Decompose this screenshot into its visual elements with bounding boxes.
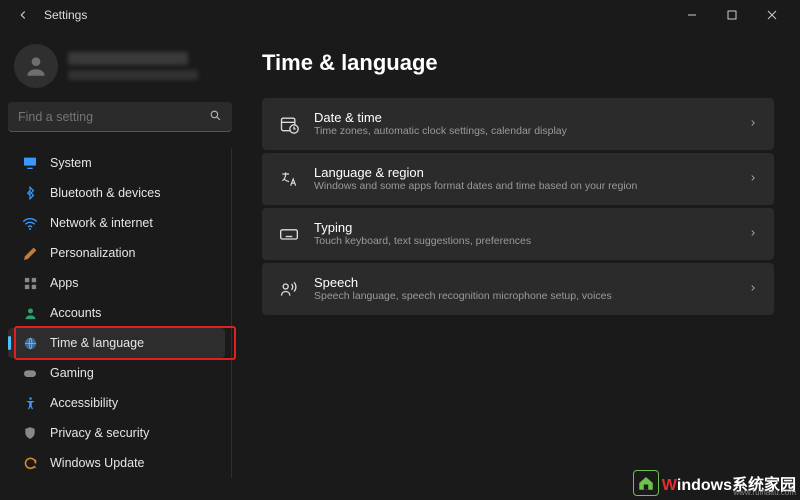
sidebar-item-apps[interactable]: Apps bbox=[8, 268, 225, 298]
minimize-button[interactable] bbox=[672, 0, 712, 30]
apps-icon bbox=[22, 275, 38, 291]
sidebar-item-label: Windows Update bbox=[50, 456, 145, 470]
avatar bbox=[14, 44, 58, 88]
titlebar: Settings bbox=[0, 0, 800, 30]
bluetooth-icon bbox=[22, 185, 38, 201]
sidebar-item-bluetooth[interactable]: Bluetooth & devices bbox=[8, 178, 225, 208]
card-typing[interactable]: Typing Touch keyboard, text suggestions,… bbox=[262, 208, 774, 260]
card-subtitle: Windows and some apps format dates and t… bbox=[314, 180, 734, 194]
accessibility-icon bbox=[22, 395, 38, 411]
sidebar-item-label: Network & internet bbox=[50, 216, 153, 230]
gaming-icon bbox=[22, 365, 38, 381]
speech-icon bbox=[278, 278, 300, 300]
sidebar-item-windows-update[interactable]: Windows Update bbox=[8, 448, 225, 478]
back-button[interactable] bbox=[8, 0, 38, 30]
personalization-icon bbox=[22, 245, 38, 261]
profile-text bbox=[68, 52, 198, 80]
card-subtitle: Touch keyboard, text suggestions, prefer… bbox=[314, 235, 734, 249]
main-layout: System Bluetooth & devices Network & int… bbox=[0, 30, 800, 500]
sidebar: System Bluetooth & devices Network & int… bbox=[0, 30, 240, 500]
card-title: Speech bbox=[314, 275, 734, 290]
card-subtitle: Time zones, automatic clock settings, ca… bbox=[314, 125, 734, 139]
card-title: Typing bbox=[314, 220, 734, 235]
search-input[interactable] bbox=[18, 110, 209, 124]
card-title: Language & region bbox=[314, 165, 734, 180]
system-icon bbox=[22, 155, 38, 171]
privacy-icon bbox=[22, 425, 38, 441]
sidebar-item-label: Time & language bbox=[50, 336, 144, 350]
network-icon bbox=[22, 215, 38, 231]
sidebar-item-label: System bbox=[50, 156, 92, 170]
nav-list: System Bluetooth & devices Network & int… bbox=[8, 148, 232, 478]
profile-name-redacted bbox=[68, 52, 188, 65]
language-region-icon bbox=[278, 168, 300, 190]
card-subtitle: Speech language, speech recognition micr… bbox=[314, 290, 734, 304]
sidebar-item-label: Personalization bbox=[50, 246, 135, 260]
sidebar-item-label: Accessibility bbox=[50, 396, 118, 410]
card-speech[interactable]: Speech Speech language, speech recogniti… bbox=[262, 263, 774, 315]
profile-section[interactable] bbox=[8, 38, 232, 102]
typing-icon bbox=[278, 223, 300, 245]
time-language-icon bbox=[22, 335, 38, 351]
sidebar-item-accessibility[interactable]: Accessibility bbox=[8, 388, 225, 418]
sidebar-item-label: Gaming bbox=[50, 366, 94, 380]
sidebar-item-system[interactable]: System bbox=[8, 148, 225, 178]
sidebar-item-accounts[interactable]: Accounts bbox=[8, 298, 225, 328]
sidebar-item-personalization[interactable]: Personalization bbox=[8, 238, 225, 268]
maximize-button[interactable] bbox=[712, 0, 752, 30]
window-title: Settings bbox=[44, 8, 87, 22]
profile-email-redacted bbox=[68, 70, 198, 80]
accounts-icon bbox=[22, 305, 38, 321]
search-icon bbox=[209, 109, 222, 125]
chevron-right-icon bbox=[748, 227, 758, 241]
update-icon bbox=[22, 455, 38, 471]
chevron-right-icon bbox=[748, 172, 758, 186]
page-title: Time & language bbox=[262, 50, 774, 76]
close-button[interactable] bbox=[752, 0, 792, 30]
search-box[interactable] bbox=[8, 102, 232, 132]
card-title: Date & time bbox=[314, 110, 734, 125]
sidebar-item-time-language[interactable]: Time & language bbox=[8, 328, 225, 358]
sidebar-item-network[interactable]: Network & internet bbox=[8, 208, 225, 238]
sidebar-item-privacy[interactable]: Privacy & security bbox=[8, 418, 225, 448]
card-date-time[interactable]: Date & time Time zones, automatic clock … bbox=[262, 98, 774, 150]
content-pane: Time & language Date & time Time zones, … bbox=[240, 30, 800, 500]
sidebar-item-label: Apps bbox=[50, 276, 79, 290]
sidebar-item-label: Accounts bbox=[50, 306, 101, 320]
sidebar-item-label: Bluetooth & devices bbox=[50, 186, 161, 200]
chevron-right-icon bbox=[748, 117, 758, 131]
date-time-icon bbox=[278, 113, 300, 135]
sidebar-item-gaming[interactable]: Gaming bbox=[8, 358, 225, 388]
chevron-right-icon bbox=[748, 282, 758, 296]
sidebar-item-label: Privacy & security bbox=[50, 426, 149, 440]
card-language-region[interactable]: Language & region Windows and some apps … bbox=[262, 153, 774, 205]
